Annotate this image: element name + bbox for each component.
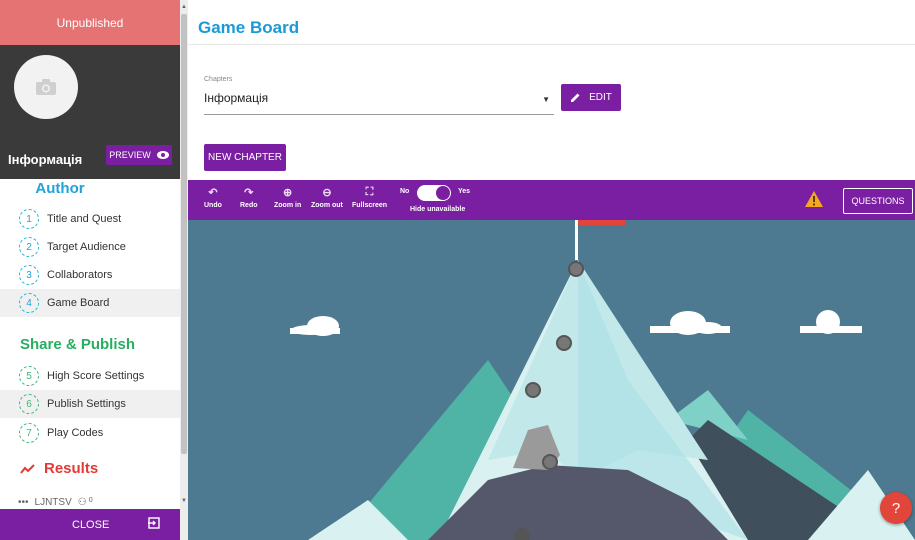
avatar[interactable] (14, 55, 78, 119)
hide-unavailable-label: Hide unavailable (410, 206, 466, 213)
new-chapter-button[interactable]: NEW CHAPTER (204, 144, 286, 171)
scrollbar-thumb[interactable] (181, 14, 187, 454)
toggle-switch[interactable] (417, 185, 451, 201)
close-button[interactable]: CLOSE (0, 509, 180, 540)
redo-button[interactable]: ↷ Redo (240, 186, 258, 209)
board-toolbar: ↶ Undo ↷ Redo ⊕ Zoom in ⊖ Zoom out ⛶ Ful… (188, 180, 915, 220)
step-number: 5 (19, 366, 39, 386)
zoom-out-label: Zoom out (311, 202, 343, 209)
mountain-illustration (290, 220, 915, 540)
profile-name: Інформація (8, 152, 83, 167)
profile-panel: Інформація PREVIEW (0, 45, 180, 179)
step-number: 4 (19, 293, 39, 313)
status-banner: Unpublished (0, 0, 180, 45)
zoom-in-button[interactable]: ⊕ Zoom in (274, 186, 301, 209)
toggle-yes-label: Yes (458, 188, 471, 195)
sidebar-scrollbar[interactable]: ▲ ▼ (180, 0, 188, 540)
step-number: 6 (19, 394, 39, 414)
questions-button[interactable]: QUESTIONS (843, 188, 913, 214)
results-section-title[interactable]: Results (20, 460, 98, 477)
divider (188, 44, 915, 45)
level-marker[interactable] (568, 261, 584, 277)
step-number: 3 (19, 265, 39, 285)
level-marker[interactable] (542, 454, 558, 470)
toggle-no-label: No (400, 188, 410, 195)
question-icon: ? (891, 499, 901, 517)
nav-item-label: Target Audience (47, 241, 126, 253)
nav-item-collaborators[interactable]: 3 Collaborators (0, 261, 180, 289)
help-button[interactable]: ? (880, 492, 912, 524)
results-entry[interactable]: ••• LJNTSV ⚇ 0 (18, 496, 93, 509)
author-section-title: Author (35, 180, 85, 197)
results-entry-code: LJNTSV (34, 497, 72, 508)
nav-item-title-and-quest[interactable]: 1 Title and Quest (0, 205, 180, 233)
nav-item-target-audience[interactable]: 2 Target Audience (0, 233, 180, 261)
warning-icon[interactable] (804, 190, 824, 213)
sidebar: Unpublished Інформація PREVIEW Author 1 … (0, 0, 180, 540)
fullscreen-button[interactable]: ⛶ Fullscreen (352, 186, 387, 209)
nav-item-label: Publish Settings (47, 398, 126, 410)
zoom-in-label: Zoom in (274, 202, 302, 209)
pencil-icon (571, 93, 580, 102)
scroll-up-icon[interactable]: ▲ (180, 2, 188, 12)
share-section-title: Share & Publish (20, 336, 136, 353)
questions-label: QUESTIONS (851, 196, 905, 206)
toggle-knob (436, 186, 450, 200)
step-number: 7 (19, 423, 39, 443)
trending-up-icon (20, 463, 35, 474)
chapters-selected-value: Інформація (204, 91, 269, 105)
players-count: 0 (88, 496, 93, 504)
nav-item-publish-settings[interactable]: 6 Publish Settings (0, 390, 180, 418)
close-label: CLOSE (72, 518, 110, 531)
level-marker[interactable] (525, 382, 541, 398)
nav-item-game-board[interactable]: 4 Game Board (0, 289, 180, 317)
scroll-down-icon[interactable]: ▼ (180, 496, 188, 506)
players-icon: ⚇ (77, 497, 87, 508)
app-root: Unpublished Інформація PREVIEW Author 1 … (0, 0, 915, 540)
undo-icon: ↶ (208, 187, 218, 199)
edit-button[interactable]: EDIT (561, 84, 621, 111)
page-title: Game Board (198, 18, 300, 37)
nav-item-play-codes[interactable]: 7 Play Codes (0, 419, 180, 447)
camera-icon (36, 79, 56, 95)
zoom-out-button[interactable]: ⊖ Zoom out (311, 186, 343, 209)
new-chapter-label: NEW CHAPTER (208, 152, 282, 163)
cloud-icon (290, 316, 340, 336)
nav-item-high-score-settings[interactable]: 5 High Score Settings (0, 362, 180, 390)
chapters-select[interactable]: Інформація ▼ (204, 91, 554, 115)
main-panel: Game Board Chapters Інформація ▼ EDIT NE… (188, 0, 915, 540)
nav-item-label: Game Board (47, 297, 110, 309)
fullscreen-label: Fullscreen (352, 202, 388, 209)
fullscreen-icon: ⛶ (365, 186, 374, 198)
eye-icon (156, 151, 169, 159)
level-marker[interactable] (556, 335, 572, 351)
more-icon: ••• (18, 497, 29, 508)
exit-icon (148, 517, 160, 532)
status-text: Unpublished (56, 15, 124, 30)
step-number: 2 (19, 237, 39, 257)
cloud-icon (800, 310, 862, 334)
results-label: Results (44, 460, 99, 477)
zoom-in-icon: ⊕ (283, 187, 293, 199)
redo-icon: ↷ (244, 187, 254, 199)
dropdown-arrow-icon: ▼ (542, 95, 550, 104)
undo-button[interactable]: ↶ Undo (204, 186, 222, 209)
undo-label: Undo (204, 202, 222, 209)
preview-label: PREVIEW (109, 150, 151, 160)
nav-item-label: High Score Settings (47, 370, 145, 382)
edit-label: EDIT (589, 92, 612, 103)
step-number: 1 (19, 209, 39, 229)
redo-label: Redo (240, 202, 258, 209)
preview-button[interactable]: PREVIEW (106, 145, 172, 165)
chapters-label: Chapters (204, 76, 233, 83)
zoom-out-icon: ⊖ (322, 187, 332, 199)
nav-item-label: Play Codes (47, 427, 104, 439)
nav-item-label: Collaborators (47, 269, 113, 281)
cloud-icon (650, 311, 730, 335)
game-board-canvas[interactable] (188, 220, 915, 540)
nav-item-label: Title and Quest (47, 213, 122, 225)
